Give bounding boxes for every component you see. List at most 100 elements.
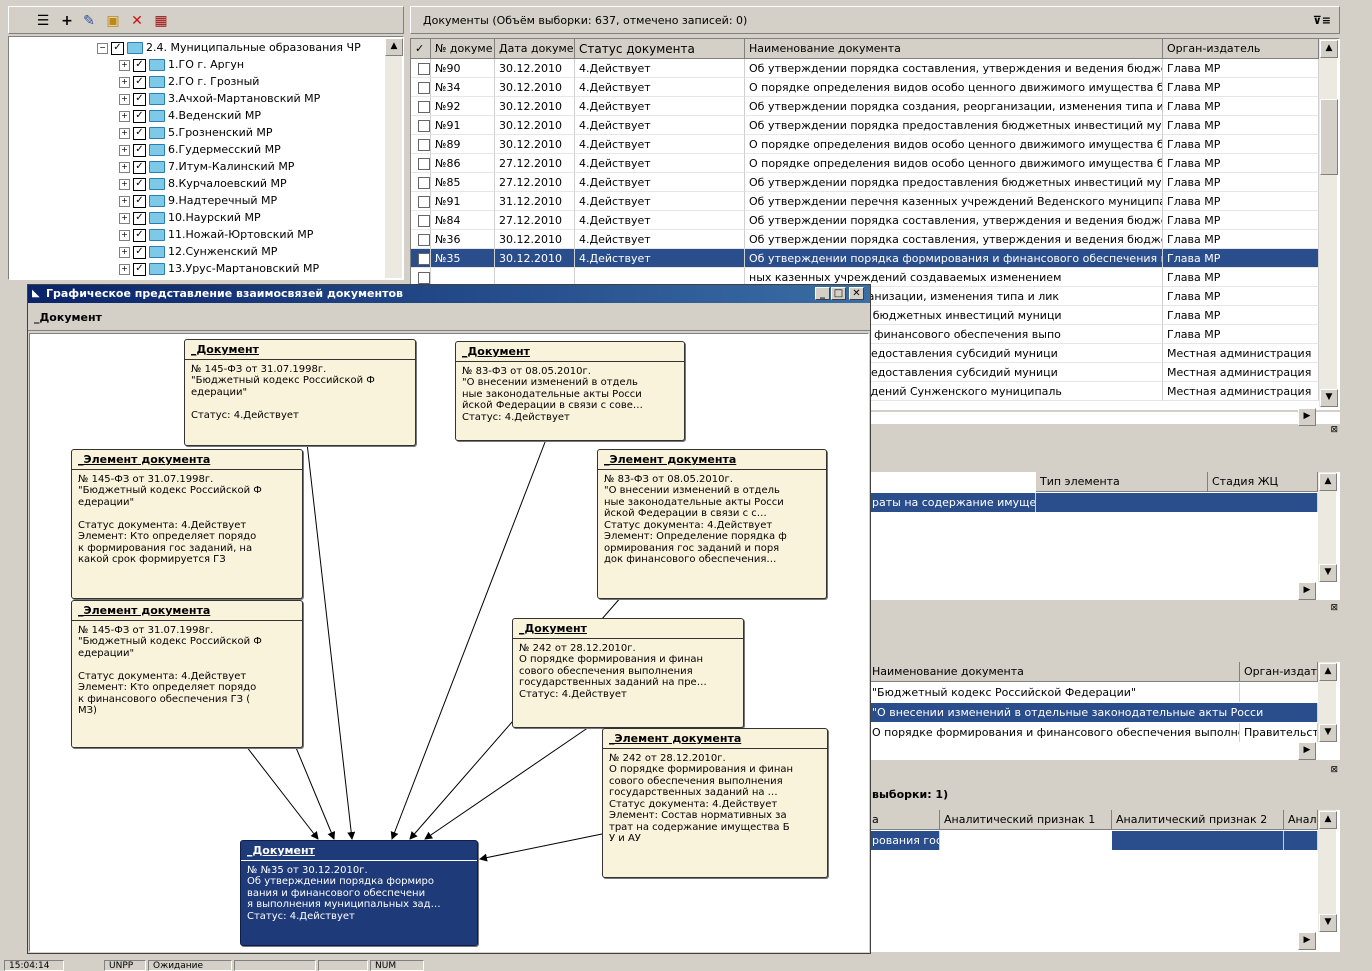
tree-item[interactable]: + ✓ 8.Курчалоевский МР [119, 175, 287, 192]
table-row[interactable]: №34 30.12.2010 4.Действует О порядке опреде… [411, 78, 1319, 97]
related-scrollbar[interactable]: ▲ ▼ [1318, 662, 1337, 742]
expand-icon[interactable]: + [119, 144, 130, 156]
row-checkbox-cell[interactable] [411, 116, 431, 135]
tree-checkbox[interactable]: ✓ [133, 262, 146, 276]
tree-item[interactable]: + ✓ 5.Грозненский МР [119, 124, 273, 141]
row-checkbox-cell[interactable] [411, 59, 431, 78]
docs-hscroll[interactable]: ▶ [868, 408, 1340, 426]
table-row[interactable]: №89 30.12.2010 4.Действует О порядке опреде… [411, 135, 1319, 154]
scroll-up-icon[interactable]: ▲ [1319, 663, 1337, 681]
row-checkbox[interactable] [418, 63, 430, 75]
tree-item[interactable]: + ✓ 2.ГО г. Грозный [119, 73, 259, 90]
graph-node[interactable]: _Элемент документа № 145-ФЗ от 31.07.1998… [71, 600, 303, 748]
tree-item[interactable]: + ✓ 11.Ножай-Юртовский МР [119, 226, 313, 243]
check-column-header[interactable]: ✓ [411, 39, 431, 59]
graph-node[interactable]: _Документ № №35 от 30.12.2010г. Об утверж… [240, 840, 478, 946]
splitter[interactable]: ⊠ [868, 425, 1340, 436]
column-header[interactable]: Дата докуме [495, 39, 575, 59]
related-doc-name[interactable]: "О внесении изменений в отдельные законо… [868, 703, 1318, 722]
row-checkbox-cell[interactable] [411, 230, 431, 249]
folder-link-icon[interactable]: ▣ [103, 11, 123, 31]
scroll-up-icon[interactable]: ▲ [1319, 473, 1337, 491]
tree-item[interactable]: + ✓ 13.Урус-Мартановский МР [119, 260, 319, 277]
column-header[interactable]: Стадия ЖЦ [1208, 472, 1318, 492]
tree-scrollbar[interactable]: ▲ [385, 38, 403, 278]
scroll-right-icon[interactable]: ▶ [1298, 932, 1316, 950]
expand-icon[interactable]: + [119, 229, 130, 241]
scroll-right-icon[interactable]: ▶ [1298, 582, 1316, 600]
close-panel-icon[interactable]: ⊠ [1330, 765, 1338, 775]
scroll-right-icon[interactable]: ▶ [1298, 742, 1316, 760]
delete-icon[interactable]: ✕ [127, 11, 147, 31]
related-doc-name[interactable]: О порядке формирования и финансового обе… [868, 723, 1240, 742]
tree-checkbox[interactable]: ✓ [133, 126, 146, 140]
scroll-up-icon[interactable]: ▲ [1320, 40, 1338, 58]
graph-node[interactable]: _Документ № 83-ФЗ от 08.05.2010г. "О внес… [455, 341, 685, 441]
list-icon[interactable]: ☰ [33, 11, 53, 31]
tree-checkbox[interactable]: ✓ [133, 109, 146, 123]
row-checkbox-cell[interactable] [411, 192, 431, 211]
column-header[interactable]: Орган-издатель [1163, 39, 1319, 59]
table-row[interactable]: №36 30.12.2010 4.Действует Об утверждении п… [411, 230, 1319, 249]
row-checkbox[interactable] [418, 139, 430, 151]
tree-item[interactable]: + ✓ 3.Ачхой-Мартановский МР [119, 90, 320, 107]
splitter[interactable]: ⊠ [868, 603, 1340, 614]
row-checkbox-cell[interactable] [411, 154, 431, 173]
tree-item[interactable]: + ✓ 12.Сунженский МР [119, 243, 277, 260]
tree-item[interactable]: + ✓ 9.Надтеречный МР [119, 192, 277, 209]
scroll-right-icon[interactable]: ▶ [1298, 408, 1316, 426]
row-checkbox-cell[interactable] [411, 249, 431, 268]
analytics-cell[interactable] [1284, 831, 1318, 850]
graph-node[interactable]: _Элемент документа № 242 от 28.12.2010г. … [602, 728, 828, 878]
column-header[interactable]: № докуме [431, 39, 495, 59]
tree-item[interactable]: + ✓ 4.Веденский МР [119, 107, 261, 124]
tree-checkbox[interactable]: ✓ [133, 194, 146, 208]
table-row[interactable]: №35 30.12.2010 4.Действует Об утверждении п… [411, 249, 1319, 268]
column-header[interactable]: Статус документа [575, 39, 745, 59]
table-row[interactable]: №91 30.12.2010 4.Действует Об утверждении п… [411, 116, 1319, 135]
graph-node[interactable]: _Документ № 145-ФЗ от 31.07.1998г. "Бюдже… [184, 339, 416, 446]
column-header[interactable]: Аналитический признак 1 [940, 810, 1112, 830]
row-checkbox-cell[interactable] [411, 211, 431, 230]
row-checkbox[interactable] [418, 82, 430, 94]
scroll-down-icon[interactable]: ▼ [1320, 389, 1338, 407]
close-button[interactable]: ✕ [849, 287, 864, 300]
splitter[interactable]: ⊠ [868, 765, 1340, 776]
row-checkbox[interactable] [418, 120, 430, 132]
tree-root-item[interactable]: − ✓ 2.4. Муниципальные образования ЧР [97, 39, 361, 56]
row-checkbox[interactable] [418, 177, 430, 189]
column-header[interactable]: Орган-издат [1240, 662, 1318, 682]
expand-icon[interactable]: + [119, 93, 130, 105]
column-header[interactable]: Тип элемента [1036, 472, 1208, 492]
related-doc-org[interactable]: Правительст [1240, 723, 1318, 742]
row-checkbox-cell[interactable] [411, 78, 431, 97]
elements-scrollbar[interactable]: ▲ ▼ [1318, 472, 1337, 582]
table-row[interactable]: №84 27.12.2010 4.Действует Об утверждении п… [411, 211, 1319, 230]
scroll-down-icon[interactable]: ▼ [1319, 914, 1337, 932]
expand-icon[interactable]: + [119, 212, 130, 224]
column-header[interactable]: Наименование документа [745, 39, 1163, 59]
column-header[interactable]: Аналитический признак 2 [1112, 810, 1284, 830]
dialog-title-bar[interactable]: ◣ Графическое представление взаимосвязей… [28, 285, 870, 303]
close-panel-icon[interactable]: ⊠ [1330, 603, 1338, 613]
row-checkbox[interactable] [418, 253, 430, 265]
row-checkbox[interactable] [418, 234, 430, 246]
tree-checkbox[interactable]: ✓ [133, 92, 146, 106]
column-header[interactable]: Анал [1284, 810, 1318, 830]
row-checkbox[interactable] [418, 215, 430, 227]
graph-node[interactable]: _Документ № 242 от 28.12.2010г. О порядке… [512, 618, 744, 728]
expand-icon[interactable]: + [119, 59, 130, 71]
row-checkbox-cell[interactable] [411, 173, 431, 192]
filter-icon[interactable]: ⊽≡ [1313, 7, 1331, 35]
tree-item[interactable]: + ✓ 1.ГО г. Аргун [119, 56, 244, 73]
analytics-scrollbar[interactable]: ▲ ▼ [1318, 810, 1337, 932]
tree-checkbox[interactable]: ✓ [133, 75, 146, 89]
tree-checkbox[interactable]: ✓ [133, 160, 146, 174]
row-checkbox[interactable] [418, 272, 430, 284]
collapse-icon[interactable]: − [97, 42, 108, 54]
table-row[interactable]: №85 27.12.2010 4.Действует Об утверждении п… [411, 173, 1319, 192]
table-row[interactable]: №86 27.12.2010 4.Действует О порядке опреде… [411, 154, 1319, 173]
table-row[interactable]: №92 30.12.2010 4.Действует Об утверждении п… [411, 97, 1319, 116]
row-checkbox[interactable] [418, 196, 430, 208]
expand-icon[interactable]: + [119, 161, 130, 173]
